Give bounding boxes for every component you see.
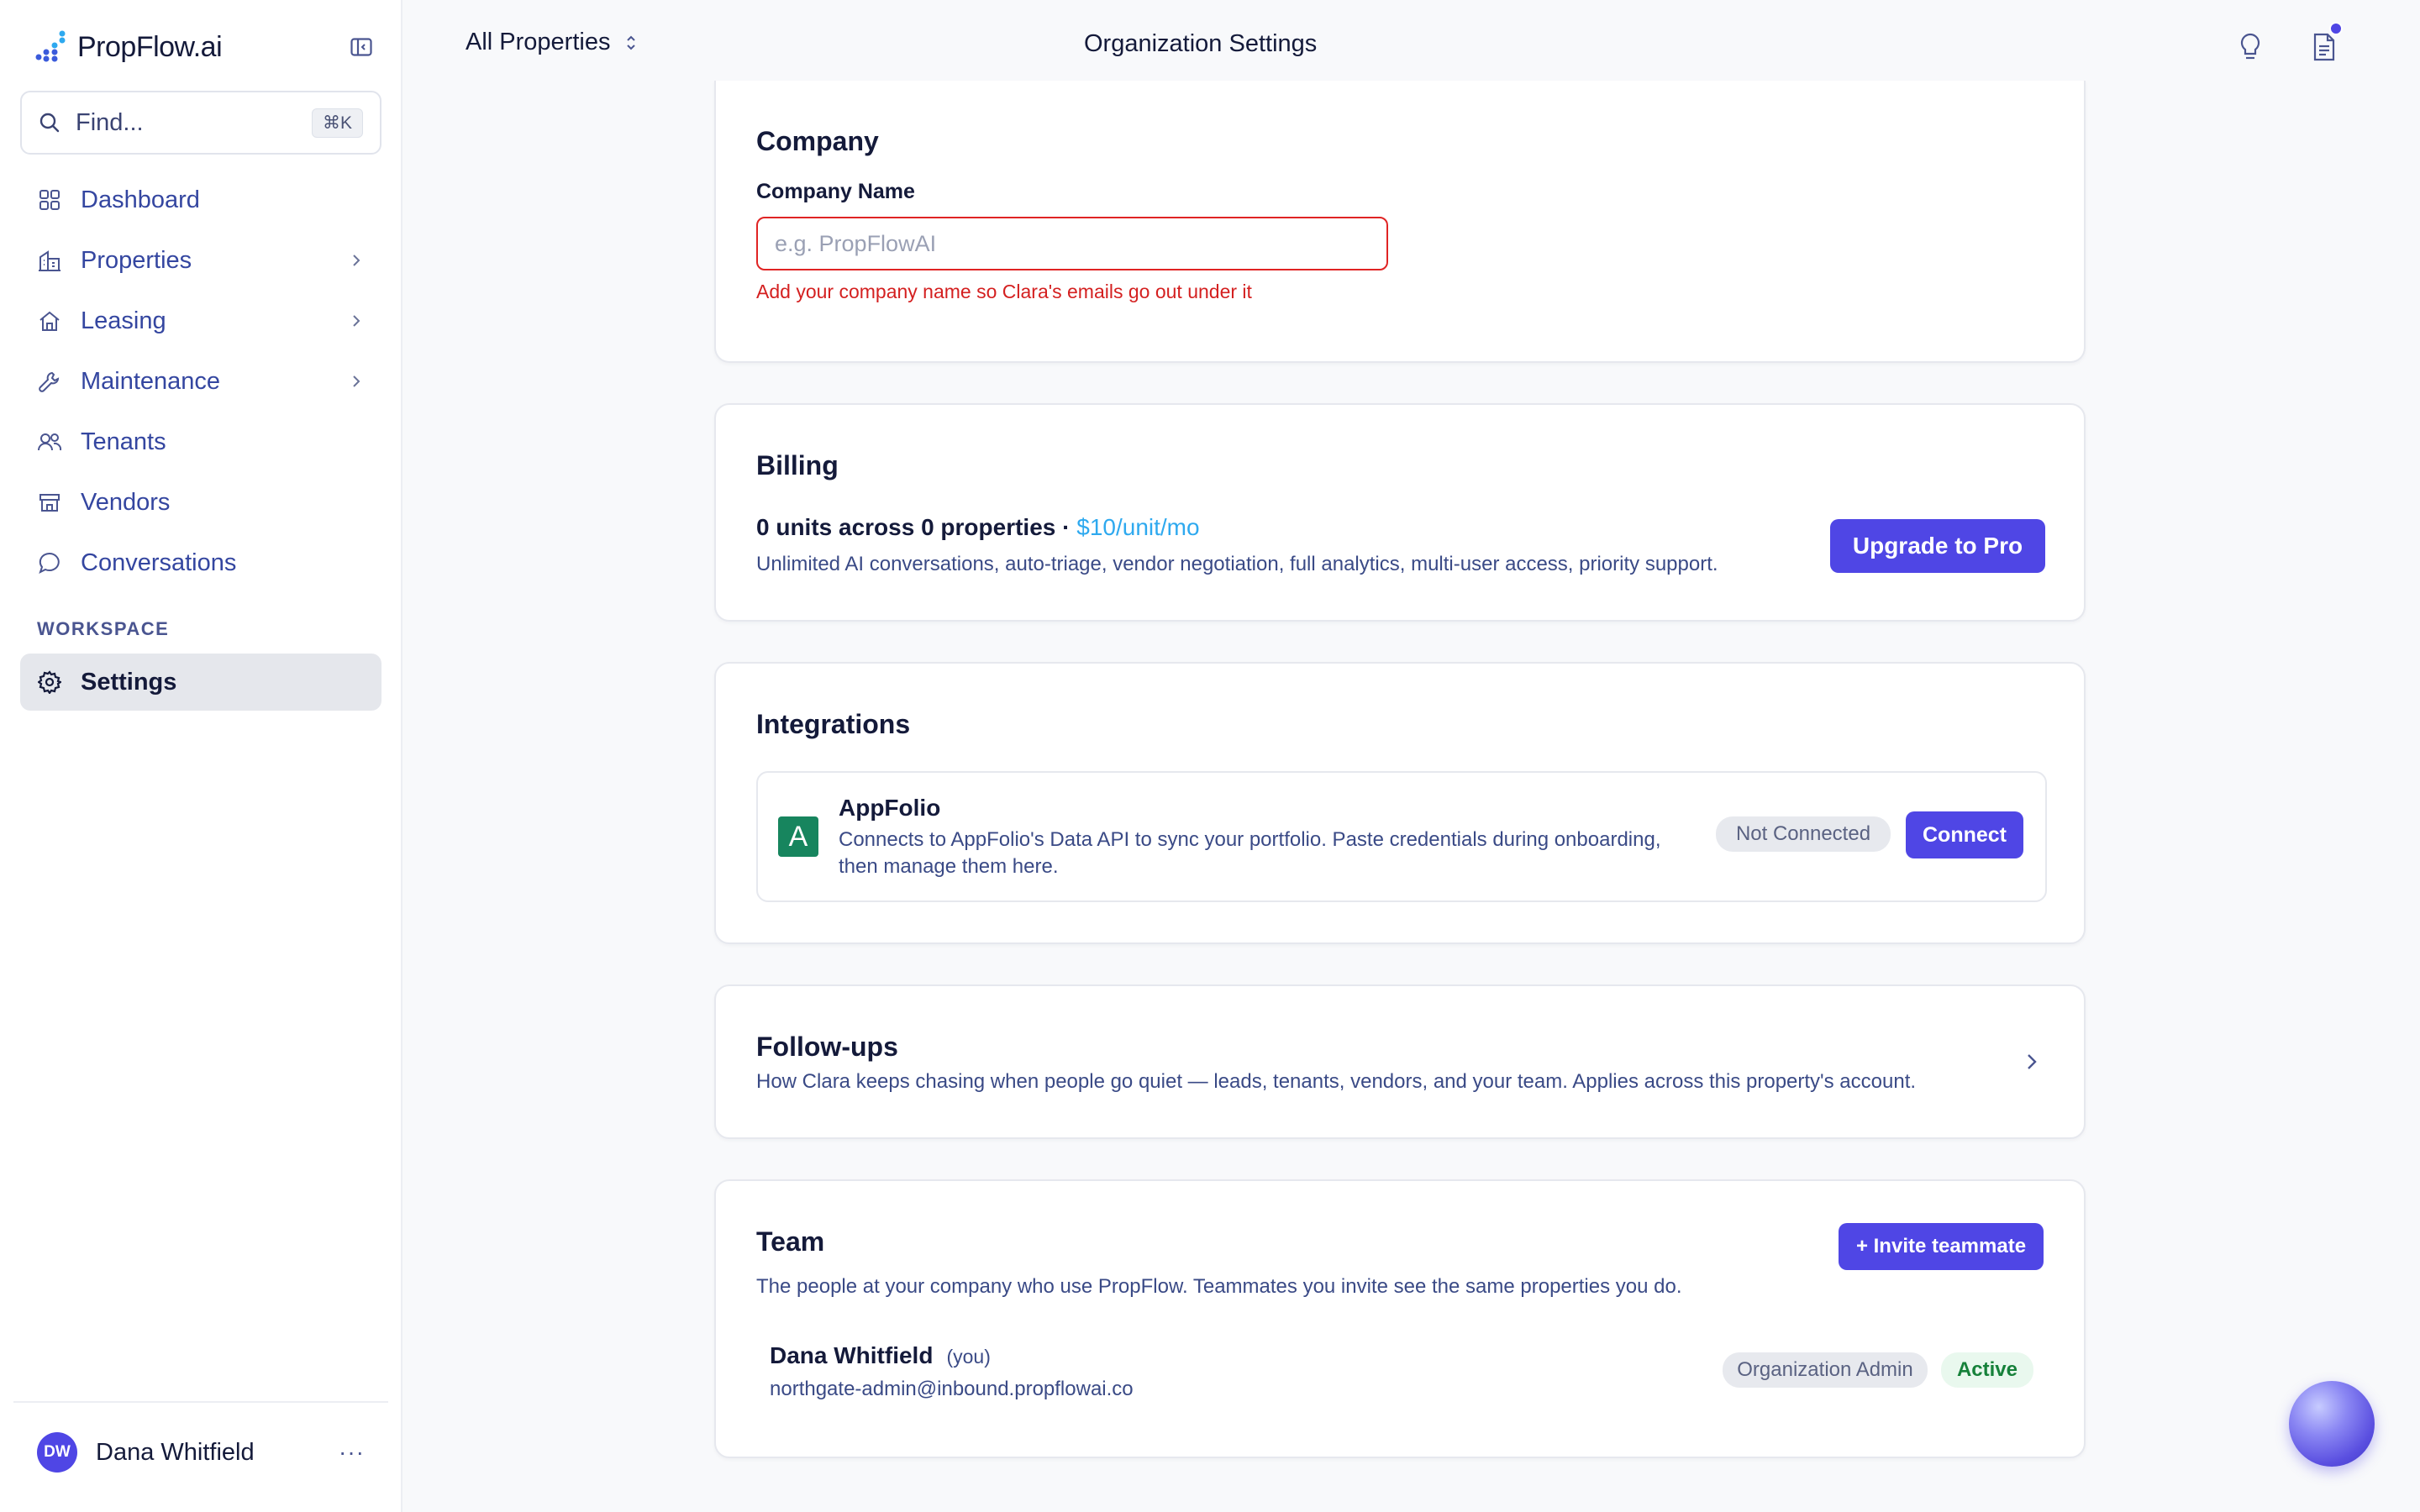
integrations-card: Integrations A AppFolio Connects to AppF… <box>714 662 2086 944</box>
company-title: Company <box>756 126 879 156</box>
invite-teammate-button[interactable]: + Invite teammate <box>1839 1223 2044 1270</box>
chevron-up-down-icon <box>627 35 636 50</box>
brand-logo-icon <box>34 29 67 66</box>
sidebar-item-label: Properties <box>81 246 192 274</box>
followups-card[interactable]: Follow-ups How Clara keeps chasing when … <box>714 984 2086 1139</box>
home-icon <box>37 308 62 333</box>
sidebar: PropFlow.ai Find... ⌘K Dashboard Propert… <box>0 0 402 1512</box>
avatar: DW <box>37 1432 77 1473</box>
sidebar-item-dashboard[interactable]: Dashboard <box>20 171 381 228</box>
search-placeholder: Find... <box>76 108 144 136</box>
user-menu[interactable]: DW Dana Whitfield ··· <box>13 1401 388 1502</box>
more-options-icon[interactable]: ··· <box>339 1439 365 1466</box>
lightbulb-button[interactable] <box>2232 29 2269 66</box>
sidebar-item-label: Maintenance <box>81 367 221 395</box>
sidebar-item-leasing[interactable]: Leasing <box>20 292 381 349</box>
page-title: Organization Settings <box>1084 30 1318 57</box>
company-name-input[interactable] <box>756 217 1388 270</box>
company-name-error: Add your company name so Clara's emails … <box>756 281 1252 302</box>
chevron-right-icon <box>348 373 365 390</box>
search-input[interactable]: Find... ⌘K <box>20 91 381 155</box>
team-description: The people at your company who use PropF… <box>756 1275 1682 1298</box>
sidebar-item-label: Tenants <box>81 428 166 455</box>
property-selector-label: All Properties <box>466 29 611 55</box>
integration-name: AppFolio <box>839 795 941 821</box>
section-label-workspace: WORKSPACE <box>37 618 170 639</box>
billing-price: $10/unit/mo <box>1076 514 1200 540</box>
brand-name: PropFlow.ai <box>77 30 223 63</box>
brand[interactable]: PropFlow.ai <box>34 27 223 67</box>
sidebar-item-label: Leasing <box>81 307 166 334</box>
sidebar-collapse-button[interactable] <box>346 32 376 62</box>
integration-description: Connects to AppFolio's Data API to sync … <box>839 828 1661 878</box>
sidebar-item-tenants[interactable]: Tenants <box>20 413 381 470</box>
building-icon <box>37 248 62 273</box>
followups-description: How Clara keeps chasing when people go q… <box>756 1070 1917 1093</box>
status-badge: Active <box>1941 1352 2033 1388</box>
upgrade-button[interactable]: Upgrade to Pro <box>1830 519 2045 573</box>
wrench-icon <box>37 369 62 394</box>
company-card: Company Company Name Add your company na… <box>714 81 2086 363</box>
sidebar-item-conversations[interactable]: Conversations <box>20 534 381 591</box>
gear-icon <box>37 669 62 695</box>
search-icon <box>39 113 60 133</box>
search-shortcut: ⌘K <box>311 108 363 138</box>
followups-title: Follow-ups <box>756 1032 898 1062</box>
chevron-right-icon <box>348 252 365 269</box>
document-button[interactable] <box>2306 22 2343 66</box>
billing-units: 0 units across 0 properties <box>756 514 1056 540</box>
company-name-label: Company Name <box>756 180 915 203</box>
chevron-right-icon <box>348 312 365 329</box>
store-icon <box>37 490 62 515</box>
sidebar-item-maintenance[interactable]: Maintenance <box>20 353 381 410</box>
grid-icon <box>37 187 62 213</box>
sidebar-item-label: Settings <box>81 668 177 696</box>
team-member-row: Dana Whitfield (you) northgate-admin@inb… <box>770 1342 2047 1410</box>
member-email: northgate-admin@inbound.propflowai.co <box>770 1378 1134 1400</box>
assistant-fab-button[interactable] <box>2289 1381 2375 1467</box>
sidebar-item-vendors[interactable]: Vendors <box>20 474 381 531</box>
integrations-title: Integrations <box>756 709 911 739</box>
role-badge: Organization Admin <box>1723 1352 1928 1388</box>
billing-card: Billing 0 units across 0 properties · $1… <box>714 403 2086 622</box>
connect-button[interactable]: Connect <box>1906 811 2023 858</box>
sidebar-toggle-icon <box>350 38 372 56</box>
billing-title: Billing <box>756 450 839 480</box>
notification-dot <box>2329 22 2343 35</box>
member-you-label: (you) <box>946 1346 991 1368</box>
sidebar-item-settings[interactable]: Settings <box>20 654 381 711</box>
sidebar-item-label: Conversations <box>81 549 237 576</box>
chevron-right-icon <box>2025 1052 2039 1076</box>
integration-appfolio: A AppFolio Connects to AppFolio's Data A… <box>756 771 2047 902</box>
appfolio-logo-icon: A <box>778 816 818 857</box>
property-selector[interactable]: All Properties <box>466 29 637 56</box>
user-name: Dana Whitfield <box>96 1438 255 1466</box>
billing-description: Unlimited AI conversations, auto-triage,… <box>756 553 1718 575</box>
lightbulb-icon <box>2240 33 2260 60</box>
status-badge: Not Connected <box>1716 816 1891 852</box>
billing-separator: · <box>1055 514 1077 540</box>
sidebar-item-label: Vendors <box>81 488 171 516</box>
team-title: Team <box>756 1226 825 1257</box>
document-icon <box>2313 33 2335 61</box>
member-name: Dana Whitfield <box>770 1342 934 1368</box>
billing-summary: 0 units across 0 properties · $10/unit/m… <box>756 514 1200 541</box>
sidebar-item-label: Dashboard <box>81 186 200 213</box>
team-card: Team + Invite teammate The people at you… <box>714 1179 2086 1458</box>
topbar: All Properties Organization Settings <box>403 0 2420 92</box>
users-icon <box>37 429 62 454</box>
chat-bubble-icon <box>37 550 62 575</box>
sidebar-item-properties[interactable]: Properties <box>20 232 381 289</box>
